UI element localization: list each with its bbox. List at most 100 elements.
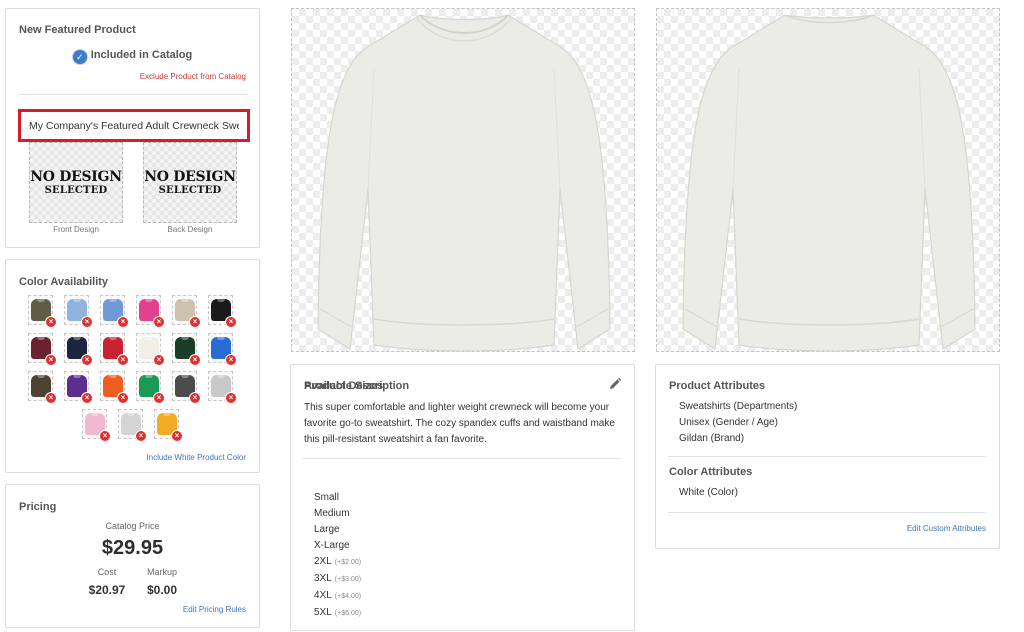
front-design-slot[interactable]: NO DESIGN SELECTED [29,142,123,223]
card-title: Pricing [19,501,57,513]
color-swatch[interactable]: × [208,295,237,328]
size-item: 5XL (+$6.00) [314,605,361,622]
product-description-card: Product Description This super comfortab… [290,364,635,631]
remove-x-icon[interactable]: × [189,316,201,328]
no-design-text: NO DESIGN [144,169,236,185]
remove-x-icon[interactable]: × [189,392,201,404]
remove-x-icon[interactable]: × [117,354,129,366]
remove-x-icon[interactable]: × [225,354,237,366]
remove-x-icon[interactable]: × [81,392,93,404]
back-design-label: Back Design [167,225,213,234]
edit-pricing-rules-link[interactable]: Edit Pricing Rules [183,605,246,614]
size-list: Small Medium Large X-Large 2XL (+$2.00) 3XL (+$… [314,490,361,622]
remove-x-icon[interactable]: × [189,354,201,366]
color-swatch[interactable]: × [28,371,57,404]
include-white-color-link[interactable]: Include White Product Color [146,453,246,462]
color-swatch[interactable]: × [64,371,93,404]
size-name: X-Large [314,540,350,551]
pencil-icon[interactable] [609,378,621,390]
included-in-catalog-status[interactable]: ✓ Included in Catalog [6,49,259,64]
back-product-image[interactable] [656,8,1000,352]
remove-x-icon[interactable]: × [117,316,129,328]
color-swatch[interactable]: × [136,333,165,366]
size-upcharge: (+$4.00) [334,593,362,600]
check-circle-icon: ✓ [72,50,87,64]
product-attributes-title: Product Attributes [669,380,766,392]
color-swatch[interactable]: × [208,333,237,366]
back-design-slot[interactable]: NO DESIGN SELECTED [143,142,237,223]
color-swatch[interactable]: × [28,333,57,366]
size-item: 2XL (+$2.00) [314,554,361,571]
divider [18,94,248,95]
divider [303,458,621,459]
size-upcharge: (+$2.00) [334,559,362,566]
remove-x-icon[interactable]: × [81,354,93,366]
markup-value: $0.00 [146,583,178,597]
size-upcharge: (+$6.00) [334,610,362,617]
remove-x-icon[interactable]: × [135,430,147,442]
catalog-price-label: Catalog Price [105,521,160,531]
card-title: New Featured Product [19,24,136,36]
remove-x-icon[interactable]: × [225,392,237,404]
size-item: 3XL (+$3.00) [314,571,361,588]
color-swatch[interactable]: × [154,409,183,442]
size-item: Large [314,522,361,538]
front-design-label: Front Design [53,225,99,234]
pricing-card: Pricing Catalog Price $29.95 Cost $20.97… [5,484,260,628]
product-attribute-list: Sweatshirts (Departments) Unisex (Gender … [679,399,797,447]
size-upcharge: (+$3.00) [334,576,362,583]
product-attributes-card: Product Attributes Sweatshirts (Departme… [655,364,1000,549]
remove-x-icon[interactable]: × [81,316,93,328]
color-swatch[interactable]: × [100,371,129,404]
size-item: 4XL (+$4.00) [314,588,361,605]
size-item: Small [314,490,361,506]
size-name: 3XL [314,573,332,584]
size-name: 5XL [314,607,332,618]
back-sweatshirt-image [682,14,976,352]
cost-value: $20.97 [88,583,126,597]
front-sweatshirt-image [317,14,611,352]
color-swatch[interactable]: × [82,409,111,442]
card-title: Color Availability [19,276,109,288]
color-swatch[interactable]: × [172,333,201,366]
remove-x-icon[interactable]: × [45,392,57,404]
remove-x-icon[interactable]: × [153,316,165,328]
color-swatch[interactable]: × [136,295,165,328]
color-swatch[interactable]: × [208,371,237,404]
no-design-text: NO DESIGN [30,169,122,185]
size-name: Medium [314,508,350,519]
color-swatch[interactable]: × [100,295,129,328]
remove-x-icon[interactable]: × [117,392,129,404]
size-item: X-Large [314,538,361,554]
edit-custom-attributes-link[interactable]: Edit Custom Attributes [907,524,986,533]
remove-x-icon[interactable]: × [153,354,165,366]
color-availability-card: Color Availability × × × × × × × × × × × × × × × × × × × × ×… [5,259,260,473]
markup-label: Markup [146,567,177,577]
exclude-product-link[interactable]: Exclude Product from Catalog [140,72,246,81]
color-swatch[interactable]: × [136,371,165,404]
color-swatch[interactable]: × [64,333,93,366]
color-swatch[interactable]: × [100,333,129,366]
catalog-price-value: $29.95 [101,537,164,559]
remove-x-icon[interactable]: × [153,392,165,404]
remove-x-icon[interactable]: × [99,430,111,442]
attribute-item: Unisex (Gender / Age) [679,417,778,428]
size-name: 2XL [314,556,332,567]
remove-x-icon[interactable]: × [225,316,237,328]
product-name-input[interactable] [18,109,250,142]
color-swatch[interactable]: × [28,295,57,328]
divider [668,456,986,457]
remove-x-icon[interactable]: × [45,316,57,328]
size-item: Medium [314,506,361,522]
color-swatch[interactable]: × [172,371,201,404]
size-name: 4XL [314,590,332,601]
remove-x-icon[interactable]: × [171,430,183,442]
color-swatch[interactable]: × [172,295,201,328]
color-swatch[interactable]: × [64,295,93,328]
remove-x-icon[interactable]: × [45,354,57,366]
size-name: Small [314,492,340,503]
color-swatch[interactable]: × [118,409,147,442]
front-product-image[interactable] [291,8,635,352]
attribute-item: Gildan (Brand) [679,433,745,444]
divider [668,512,986,513]
